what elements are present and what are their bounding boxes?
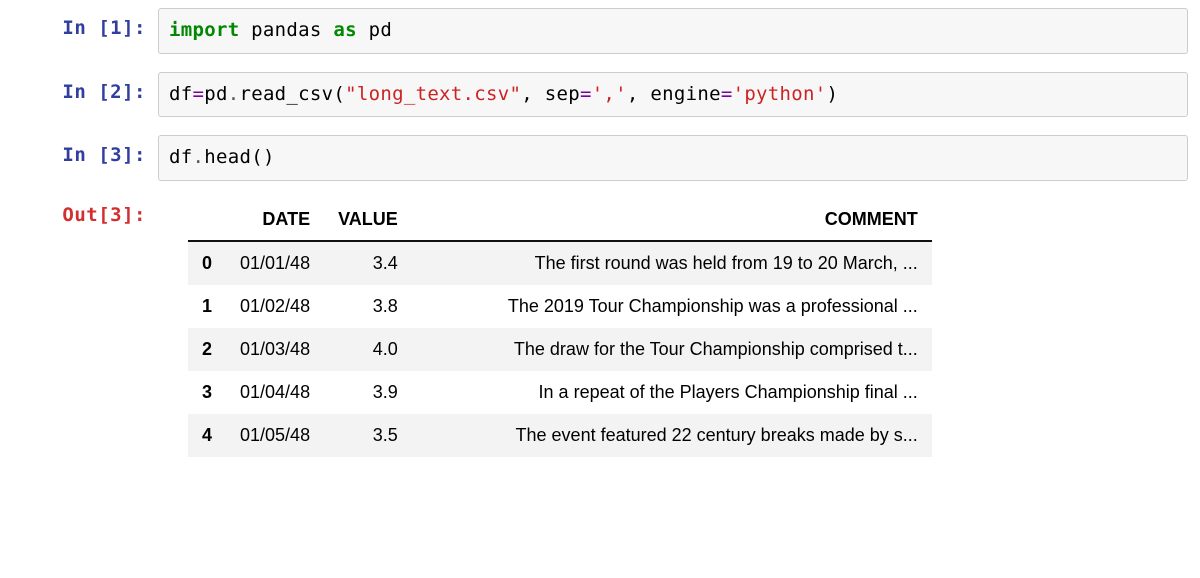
fn-readcsv: read_csv bbox=[239, 83, 333, 105]
cell-value: 3.8 bbox=[324, 285, 412, 328]
name-df3: df bbox=[169, 146, 192, 168]
cell-comment: In a repeat of the Players Championship … bbox=[412, 371, 932, 414]
arg-sep: sep bbox=[545, 83, 580, 105]
cell-in-1: In [1]: import pandas as pd bbox=[12, 8, 1188, 54]
str-file: "long_text.csv" bbox=[345, 83, 521, 105]
cell-in-2: In [2]: df=pd.read_csv("long_text.csv", … bbox=[12, 72, 1188, 118]
kw-as: as bbox=[333, 19, 356, 41]
df-header-date: DATE bbox=[226, 199, 324, 241]
name-pd: pd bbox=[357, 19, 392, 41]
eq2: = bbox=[721, 83, 733, 105]
cell-value: 3.4 bbox=[324, 241, 412, 285]
row-index: 1 bbox=[188, 285, 226, 328]
df-body: 0 01/01/48 3.4 The first round was held … bbox=[188, 241, 932, 457]
rparen3: ) bbox=[263, 146, 275, 168]
dataframe-table: DATE VALUE COMMENT 0 01/01/48 3.4 The fi… bbox=[188, 199, 932, 457]
row-index: 3 bbox=[188, 371, 226, 414]
dot3: . bbox=[192, 146, 204, 168]
op-eq: = bbox=[192, 83, 204, 105]
comma1: , bbox=[521, 83, 544, 105]
prompt-out-3: Out[3]: bbox=[12, 195, 158, 226]
code-input-1[interactable]: import pandas as pd bbox=[158, 8, 1188, 54]
table-row: 3 01/04/48 3.9 In a repeat of the Player… bbox=[188, 371, 932, 414]
cell-value: 4.0 bbox=[324, 328, 412, 371]
dot: . bbox=[228, 83, 240, 105]
table-row: 1 01/02/48 3.8 The 2019 Tour Championshi… bbox=[188, 285, 932, 328]
df-header-row: DATE VALUE COMMENT bbox=[188, 199, 932, 241]
table-row: 2 01/03/48 4.0 The draw for the Tour Cha… bbox=[188, 328, 932, 371]
df-header-value: VALUE bbox=[324, 199, 412, 241]
row-index: 2 bbox=[188, 328, 226, 371]
cell-comment: The event featured 22 century breaks mad… bbox=[412, 414, 932, 457]
prompt-in-2: In [2]: bbox=[12, 72, 158, 103]
name-df: df bbox=[169, 83, 192, 105]
cell-out-3: Out[3]: DATE VALUE COMMENT 0 01/01/48 3.… bbox=[12, 195, 1188, 457]
cell-comment: The draw for the Tour Championship compr… bbox=[412, 328, 932, 371]
table-row: 4 01/05/48 3.5 The event featured 22 cen… bbox=[188, 414, 932, 457]
cell-in-3: In [3]: df.head() bbox=[12, 135, 1188, 181]
cell-date: 01/02/48 bbox=[226, 285, 324, 328]
code-input-2[interactable]: df=pd.read_csv("long_text.csv", sep=',',… bbox=[158, 72, 1188, 118]
row-index: 0 bbox=[188, 241, 226, 285]
cell-date: 01/01/48 bbox=[226, 241, 324, 285]
name-pandas: pandas bbox=[239, 19, 333, 41]
comma2: , bbox=[627, 83, 650, 105]
df-head: DATE VALUE COMMENT bbox=[188, 199, 932, 241]
cell-date: 01/03/48 bbox=[226, 328, 324, 371]
prompt-in-1: In [1]: bbox=[12, 8, 158, 39]
lparen: ( bbox=[333, 83, 345, 105]
df-header-comment: COMMENT bbox=[412, 199, 932, 241]
prompt-in-3: In [3]: bbox=[12, 135, 158, 166]
str-engine: 'python' bbox=[733, 83, 827, 105]
code-input-3[interactable]: df.head() bbox=[158, 135, 1188, 181]
table-row: 0 01/01/48 3.4 The first round was held … bbox=[188, 241, 932, 285]
output-area-3: DATE VALUE COMMENT 0 01/01/48 3.4 The fi… bbox=[158, 195, 1188, 457]
rparen: ) bbox=[827, 83, 839, 105]
str-sep: ',' bbox=[592, 83, 627, 105]
cell-value: 3.9 bbox=[324, 371, 412, 414]
cell-comment: The 2019 Tour Championship was a profess… bbox=[412, 285, 932, 328]
fn-head: head bbox=[204, 146, 251, 168]
cell-date: 01/04/48 bbox=[226, 371, 324, 414]
name-pd2: pd bbox=[204, 83, 227, 105]
cell-value: 3.5 bbox=[324, 414, 412, 457]
arg-engine: engine bbox=[650, 83, 720, 105]
kw-import: import bbox=[169, 19, 239, 41]
eq1: = bbox=[580, 83, 592, 105]
row-index: 4 bbox=[188, 414, 226, 457]
cell-comment: The first round was held from 19 to 20 M… bbox=[412, 241, 932, 285]
lparen3: ( bbox=[251, 146, 263, 168]
df-header-index bbox=[188, 199, 226, 241]
cell-date: 01/05/48 bbox=[226, 414, 324, 457]
